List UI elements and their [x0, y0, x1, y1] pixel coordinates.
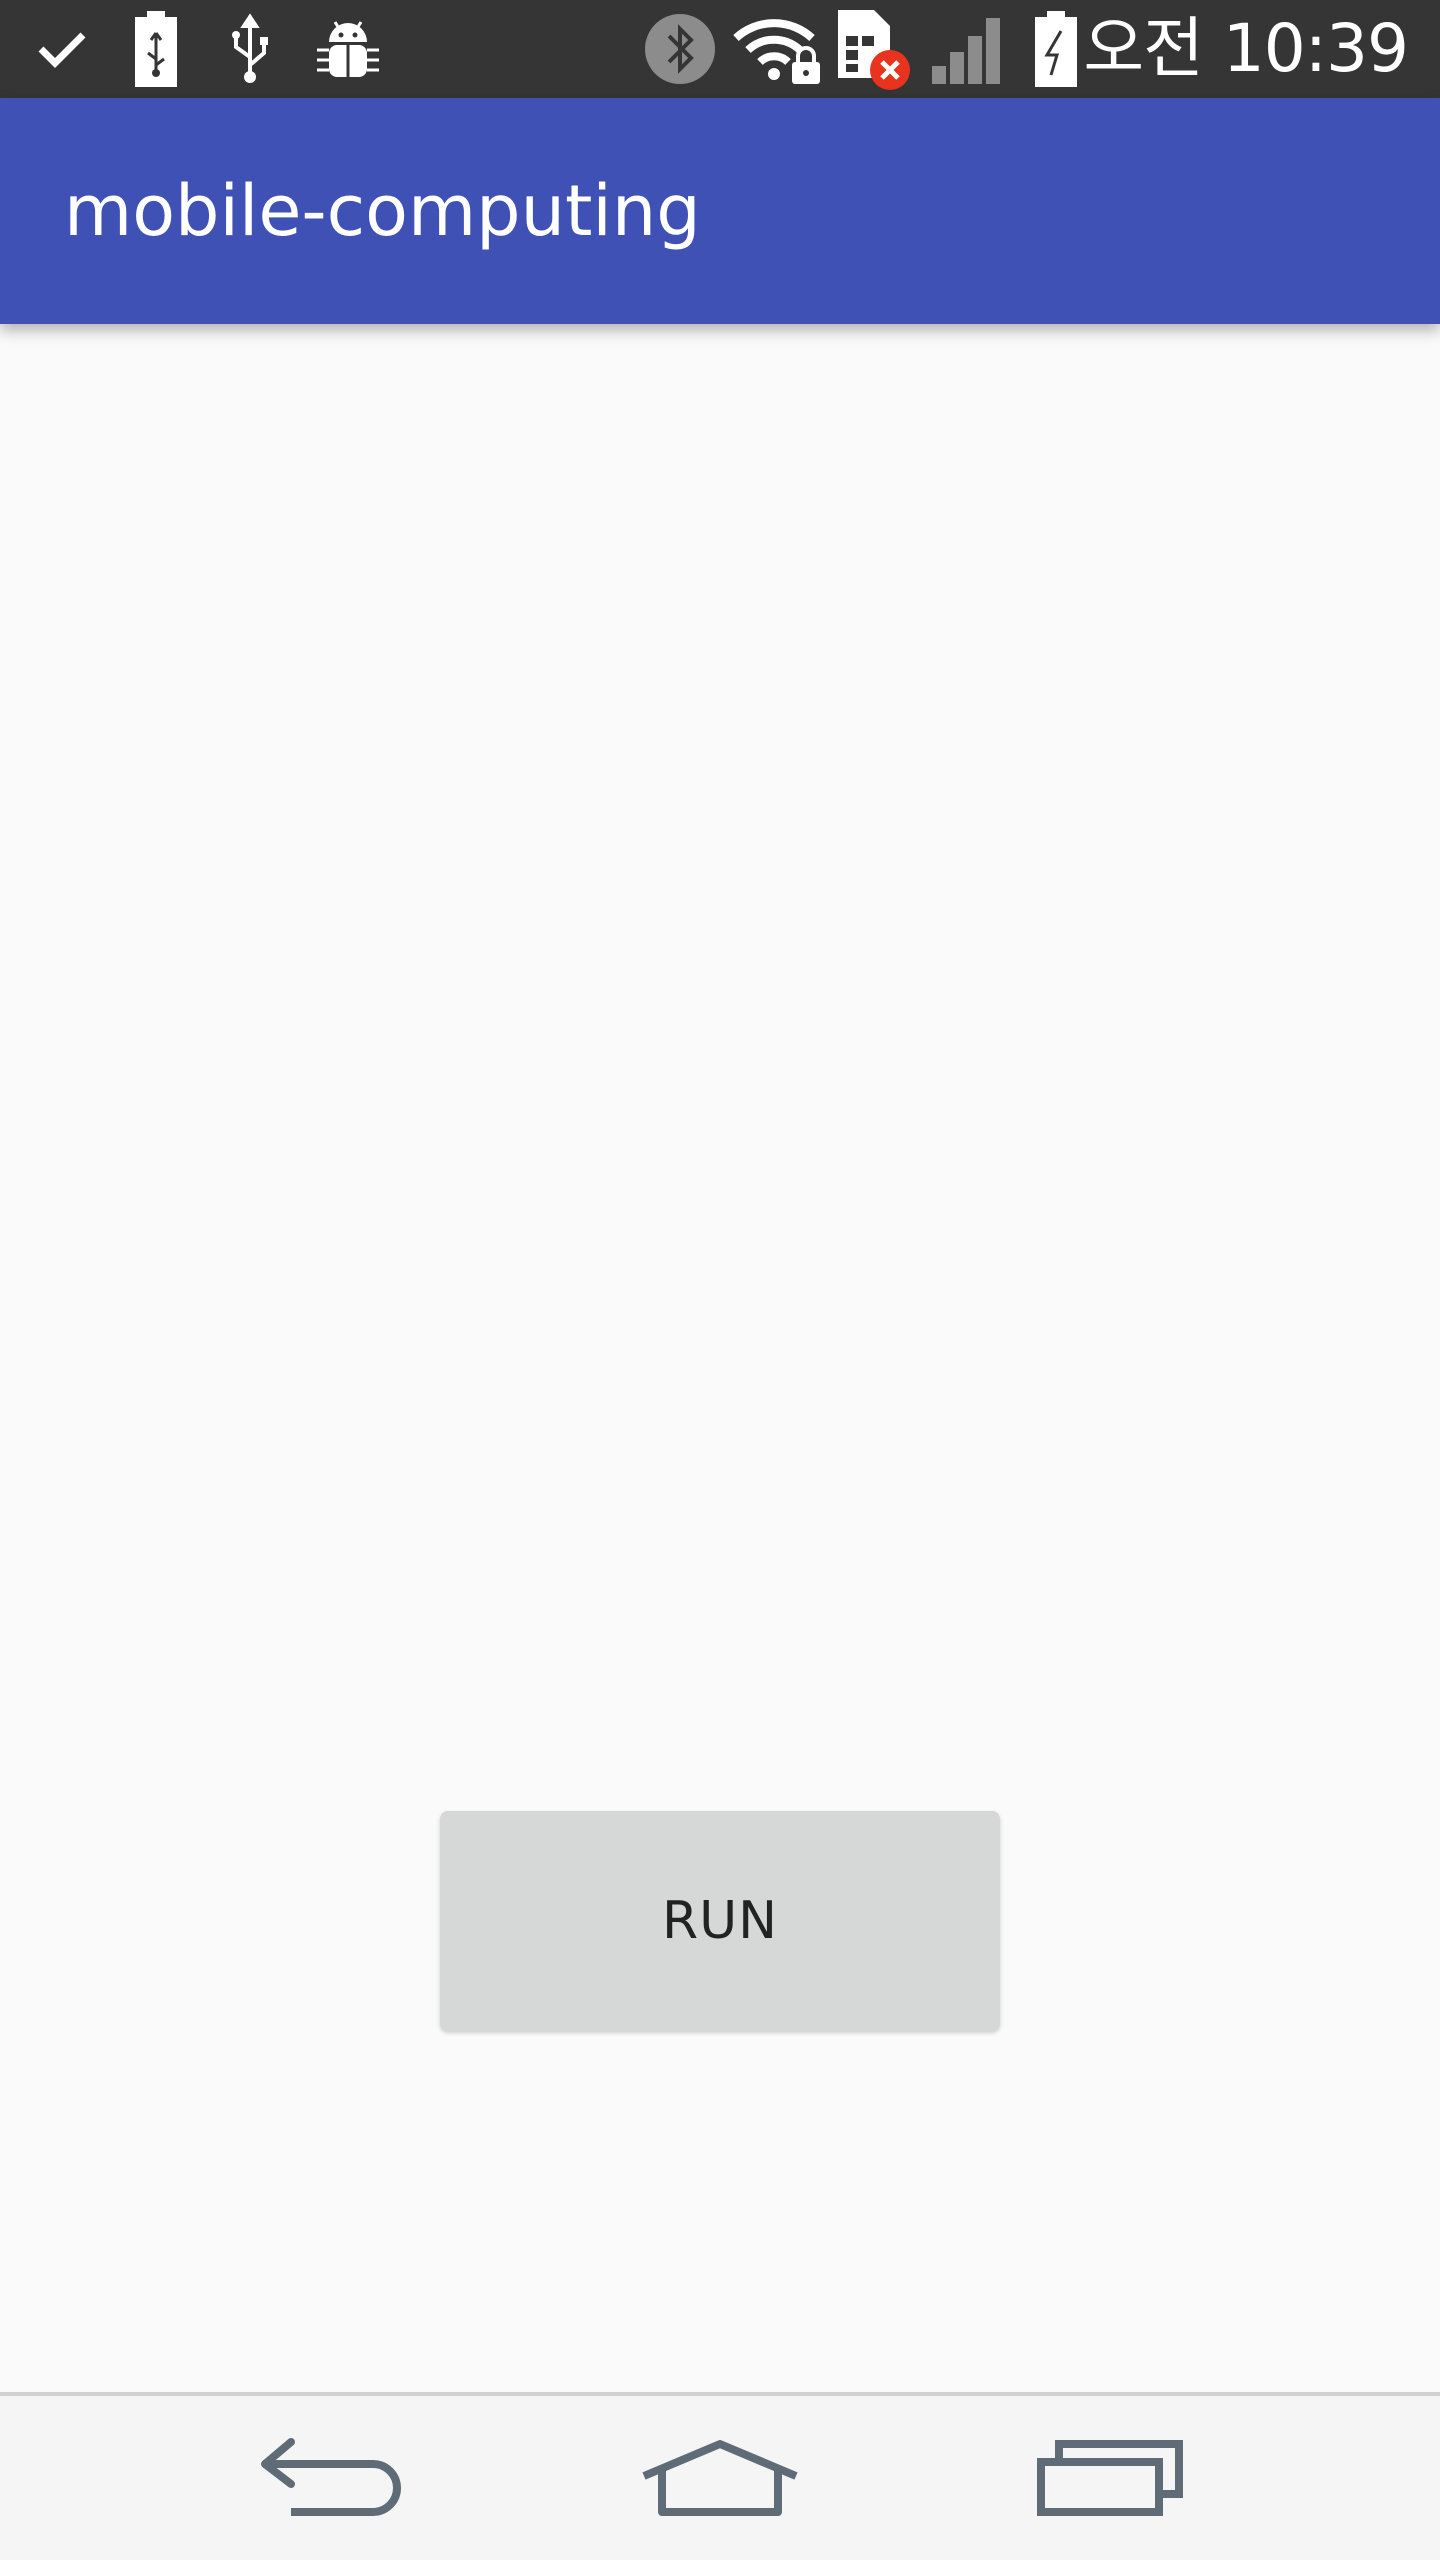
back-icon — [261, 2438, 401, 2516]
home-button[interactable] — [600, 2396, 840, 2560]
wifi-locked-icon — [732, 0, 824, 98]
navigation-bar — [0, 2392, 1440, 2560]
recents-button[interactable] — [990, 2396, 1230, 2560]
app-bar: mobile-computing — [0, 98, 1440, 324]
home-icon — [642, 2440, 798, 2516]
sim-error-icon — [836, 0, 916, 98]
back-button[interactable] — [210, 2396, 450, 2560]
battery-charging-icon — [1026, 0, 1086, 98]
android-debug-icon — [310, 0, 386, 98]
app-title: mobile-computing — [64, 170, 701, 252]
battery-usb-icon — [128, 0, 184, 98]
signal-icon — [926, 0, 1010, 98]
main-content — [0, 324, 1440, 2392]
status-time: 오전 10:39 — [1083, 10, 1409, 87]
recents-icon — [1037, 2440, 1183, 2516]
bluetooth-icon — [640, 0, 720, 98]
run-button[interactable]: RUN — [440, 1811, 1000, 2031]
status-bar: 오전 10:39 — [0, 0, 1440, 98]
check-icon — [30, 0, 94, 98]
usb-icon — [222, 0, 278, 98]
